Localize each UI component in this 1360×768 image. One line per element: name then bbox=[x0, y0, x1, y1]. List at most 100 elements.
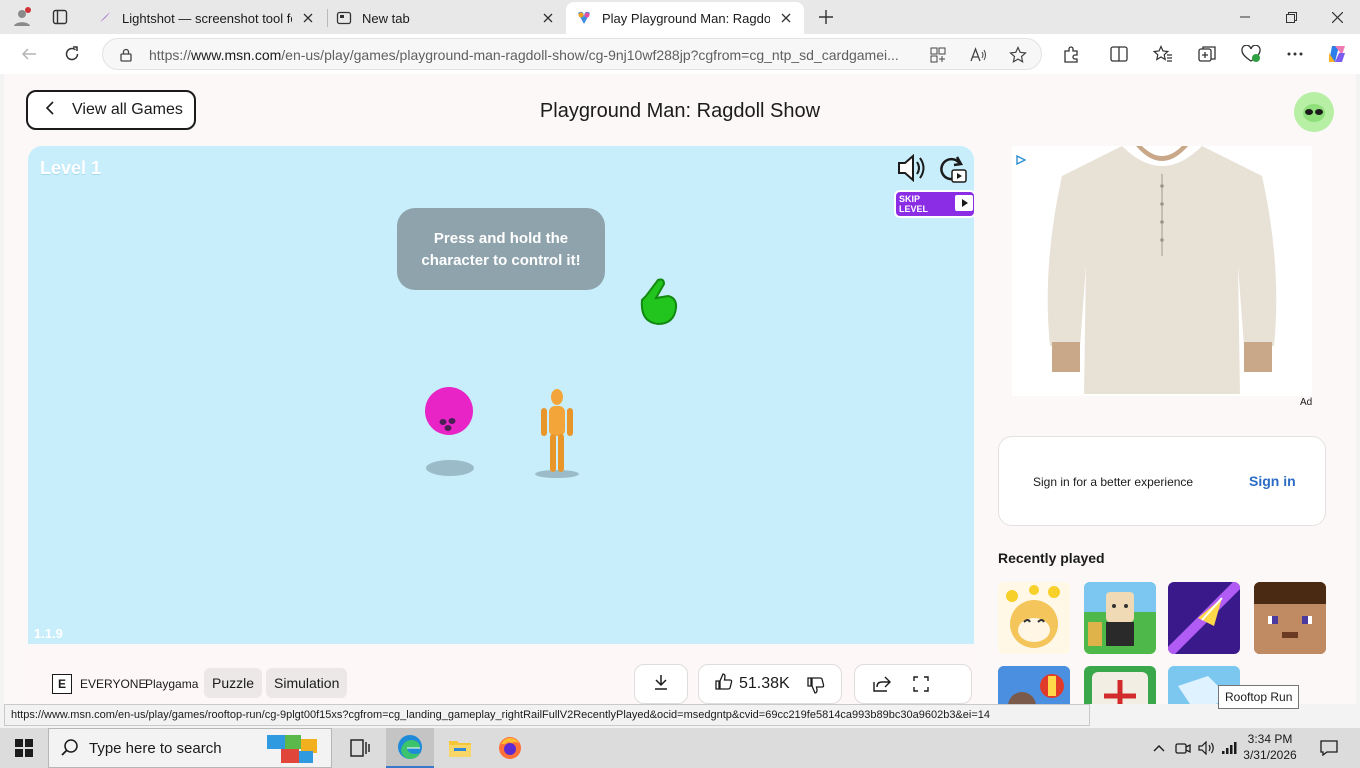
tab-new-tab[interactable]: New tab bbox=[326, 2, 566, 34]
system-clock[interactable]: 3:34 PM 3/31/2026 bbox=[1238, 731, 1302, 763]
minimize-icon[interactable] bbox=[1222, 0, 1268, 34]
taskbar-search-box[interactable]: Type here to search bbox=[48, 728, 332, 768]
app-available-icon[interactable] bbox=[929, 46, 947, 64]
notification-center-icon[interactable] bbox=[1314, 728, 1344, 768]
url-text[interactable]: https://www.msn.com/en-us/play/games/pla… bbox=[149, 47, 919, 63]
collections-icon[interactable] bbox=[1192, 40, 1222, 68]
split-screen-icon[interactable] bbox=[1104, 40, 1134, 68]
network-icon[interactable] bbox=[1218, 728, 1240, 768]
signin-button[interactable]: Sign in bbox=[1249, 473, 1296, 489]
bowling-ball-object[interactable] bbox=[424, 386, 474, 443]
signin-message: Sign in for a better experience bbox=[1033, 475, 1194, 489]
recent-game-tile[interactable] bbox=[1168, 582, 1240, 654]
share-icon[interactable] bbox=[873, 676, 891, 697]
extensions-icon[interactable] bbox=[1056, 40, 1086, 68]
favorites-icon[interactable] bbox=[1148, 40, 1178, 68]
new-tab-icon bbox=[336, 10, 352, 26]
read-aloud-icon[interactable] bbox=[969, 46, 987, 64]
download-button[interactable] bbox=[634, 664, 688, 704]
tab-playground-man[interactable]: Play Playground Man: Ragdoll Sho bbox=[566, 2, 804, 34]
share-fullscreen-group bbox=[854, 664, 972, 704]
skip-level-button[interactable]: SKIP LEVEL bbox=[894, 190, 974, 218]
recent-game-tile[interactable] bbox=[1254, 582, 1326, 654]
tab-strip: Lightshot — screenshot tool for M New ta… bbox=[0, 0, 1360, 34]
ragdoll-character[interactable] bbox=[534, 388, 580, 483]
ad-label: Ad bbox=[1300, 397, 1313, 408]
close-tab-icon[interactable] bbox=[778, 10, 794, 26]
navigation-bar: https://www.msn.com/en-us/play/games/pla… bbox=[0, 34, 1360, 74]
recently-played-heading: Recently played bbox=[998, 550, 1105, 566]
link-status-bar: https://www.msn.com/en-us/play/games/roo… bbox=[4, 704, 1090, 726]
skip-level-label: SKIP LEVEL bbox=[899, 194, 929, 214]
edge-taskbar-icon[interactable] bbox=[386, 728, 434, 768]
more-options-icon[interactable] bbox=[1280, 40, 1310, 68]
copilot-icon[interactable] bbox=[1322, 40, 1352, 68]
view-all-games-label: View all Games bbox=[72, 101, 183, 118]
publisher-label: Playgama bbox=[145, 677, 199, 691]
tab-lightshot[interactable]: Lightshot — screenshot tool for M bbox=[86, 2, 326, 34]
meet-now-icon[interactable] bbox=[1172, 728, 1194, 768]
search-placeholder: Type here to search bbox=[89, 739, 222, 757]
site-info-icon[interactable] bbox=[117, 46, 135, 64]
new-tab-plus-icon[interactable] bbox=[812, 5, 840, 29]
lightshot-feather-icon bbox=[96, 10, 112, 26]
download-icon bbox=[654, 674, 668, 695]
dislike-icon[interactable] bbox=[807, 676, 825, 699]
sound-icon[interactable] bbox=[896, 153, 928, 187]
video-ad-icon bbox=[954, 194, 974, 214]
ad-choices-icon[interactable] bbox=[1016, 152, 1027, 170]
close-window-icon[interactable] bbox=[1314, 0, 1360, 34]
likes-count: 51.38K bbox=[739, 675, 790, 692]
tab-label: New tab bbox=[362, 10, 410, 26]
file-explorer-icon[interactable] bbox=[436, 728, 484, 768]
refresh-icon[interactable] bbox=[57, 40, 87, 68]
page-title: Playground Man: Ragdoll Show bbox=[539, 100, 821, 122]
level-indicator: Level 1 bbox=[40, 158, 102, 178]
ball-shadow bbox=[426, 460, 474, 476]
view-all-games-button[interactable]: View all Games bbox=[26, 90, 196, 130]
close-tab-icon[interactable] bbox=[300, 10, 316, 26]
recent-game-tile[interactable] bbox=[1084, 666, 1156, 704]
recent-game-tile[interactable] bbox=[998, 582, 1070, 654]
clock-date: 3/31/2026 bbox=[1243, 748, 1297, 762]
close-tab-icon[interactable] bbox=[540, 10, 556, 26]
search-icon bbox=[61, 739, 79, 757]
tag-puzzle[interactable]: Puzzle bbox=[204, 668, 263, 698]
tray-chevron-up-icon[interactable] bbox=[1148, 728, 1170, 768]
tab-label: Lightshot — screenshot tool for M bbox=[122, 10, 292, 26]
taskbar: Type here to search 3:34 PM 3/31/2026 bbox=[0, 728, 1360, 768]
tile-tooltip: Rooftop Run bbox=[1218, 685, 1300, 709]
restore-icon[interactable] bbox=[1268, 0, 1314, 34]
game-canvas[interactable]: Level 1 SKIP LEVEL Press and hold the ch… bbox=[28, 146, 974, 644]
like-icon[interactable] bbox=[715, 672, 733, 696]
tab-actions-icon[interactable] bbox=[46, 5, 74, 29]
profile-icon[interactable] bbox=[8, 5, 36, 29]
search-highlight-puzzle-icon bbox=[267, 733, 329, 768]
avatar[interactable] bbox=[1294, 92, 1334, 132]
advertisement[interactable] bbox=[1012, 146, 1312, 396]
fullscreen-icon[interactable] bbox=[913, 676, 929, 697]
tag-simulation[interactable]: Simulation bbox=[266, 668, 348, 698]
pointing-hand-icon bbox=[634, 278, 680, 333]
favorite-star-icon[interactable] bbox=[1009, 46, 1027, 64]
page-content: View all Games Playground Man: Ragdoll S… bbox=[4, 74, 1356, 704]
browser-essentials-icon[interactable] bbox=[1236, 40, 1266, 68]
game-version: 1.1.9 bbox=[34, 626, 63, 641]
signin-card: Sign in for a better experience Sign in bbox=[998, 436, 1326, 526]
firefox-icon[interactable] bbox=[486, 728, 534, 768]
recent-game-tile[interactable] bbox=[998, 666, 1070, 704]
blouse-product-image bbox=[1047, 146, 1277, 394]
clock-time: 3:34 PM bbox=[1247, 732, 1293, 746]
tab-label: Play Playground Man: Ragdoll Sho bbox=[602, 10, 770, 26]
like-dislike-group: 51.38K bbox=[698, 664, 842, 704]
back-arrow-icon[interactable] bbox=[14, 40, 44, 68]
task-view-icon[interactable] bbox=[336, 728, 384, 768]
rating-label: EVERYONE bbox=[80, 677, 147, 691]
volume-icon[interactable] bbox=[1196, 728, 1218, 768]
address-bar[interactable]: https://www.msn.com/en-us/play/games/pla… bbox=[102, 38, 1042, 70]
windows-start-icon[interactable] bbox=[0, 728, 48, 768]
recent-game-tile[interactable] bbox=[1084, 582, 1156, 654]
hint-bubble: Press and hold the character to control … bbox=[397, 208, 605, 290]
restart-video-icon[interactable] bbox=[936, 154, 968, 189]
game-info-bar: E EVERYONE Playgama Puzzle Simulation 51… bbox=[28, 644, 974, 704]
